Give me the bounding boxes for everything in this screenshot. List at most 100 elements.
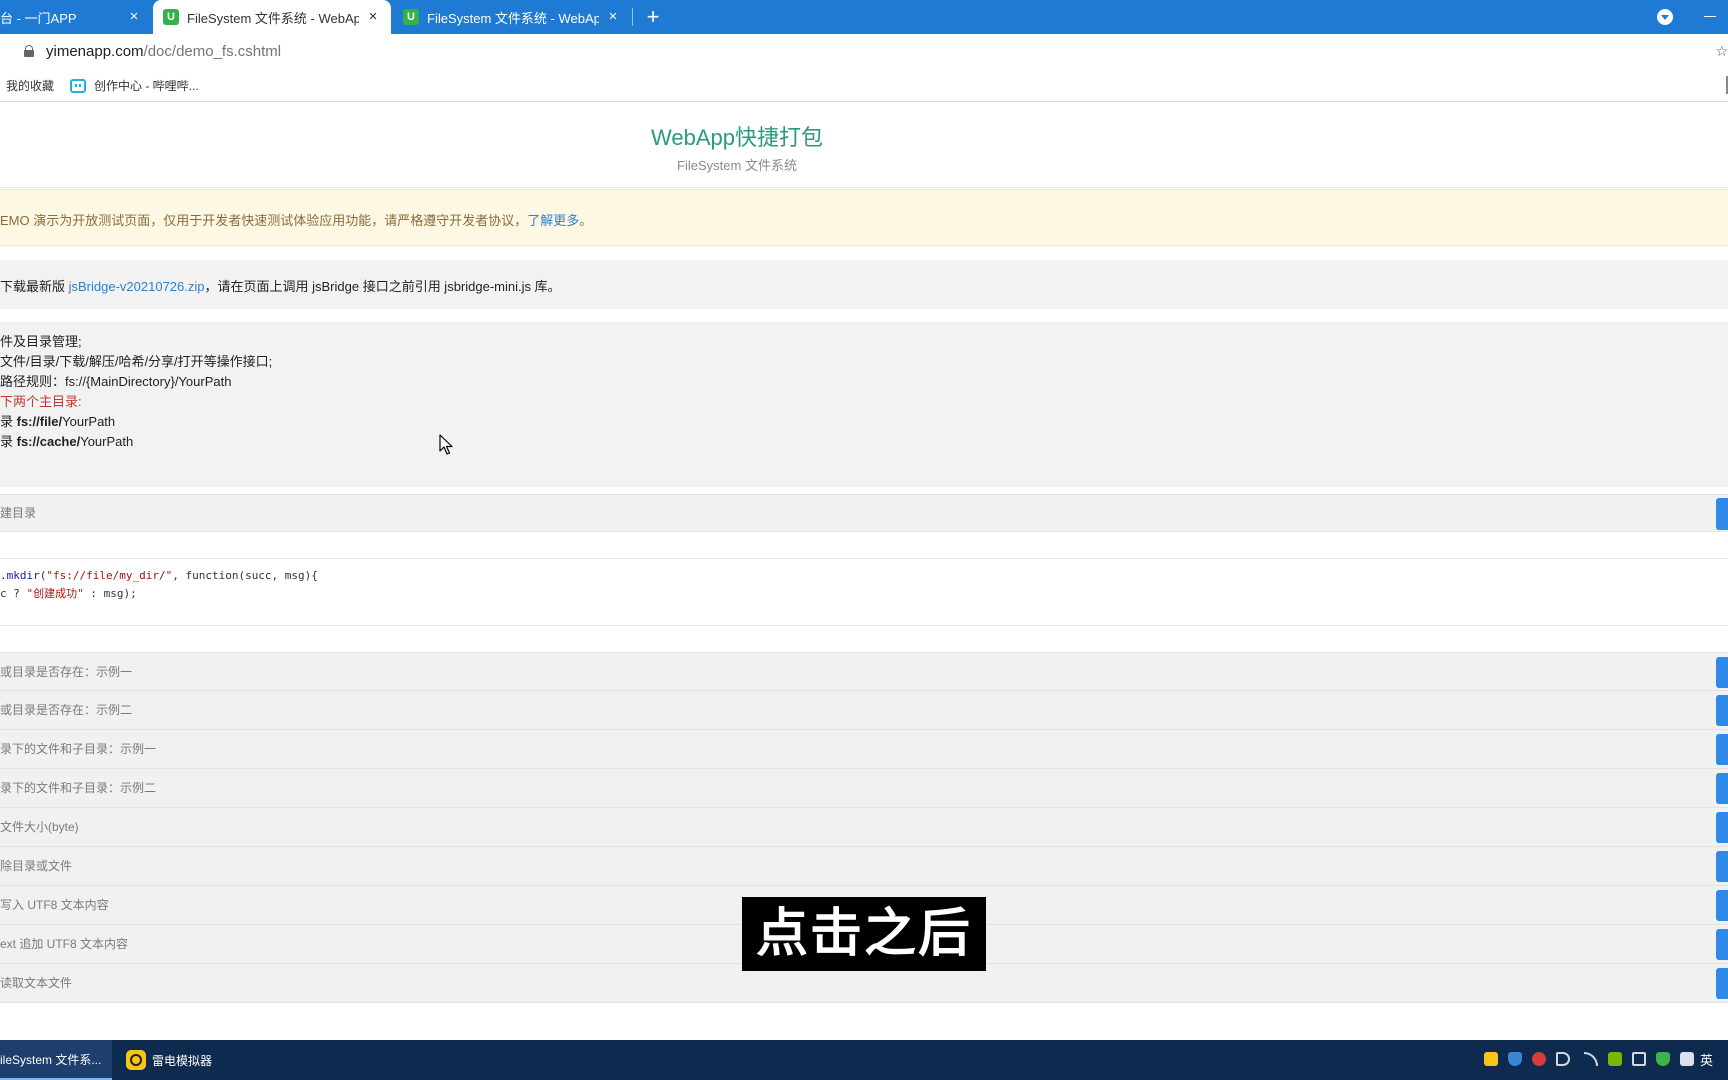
taskbar: ileSystem 文件系... 雷电模拟器 英 [0, 1040, 1728, 1080]
intro-suffix: YourPath [80, 434, 134, 449]
tab-filesystem-active[interactable]: U FileSystem 文件系统 - WebApp × [153, 0, 391, 34]
intro-line: 文件/目录/下载/解压/哈希/分享/打开等操作接口; [0, 354, 273, 369]
jsbridge-download-link[interactable]: jsBridge-v20210726.zip [69, 279, 205, 294]
panel-label: 读取文本文件 [0, 976, 73, 990]
notice-banner: EMO 演示为开放测试页面，仅用于开发者快速测试体验应用功能，请严格遵守开发者协… [0, 189, 1728, 246]
bilibili-icon [70, 78, 86, 93]
run-button[interactable] [1716, 773, 1728, 804]
network-icon[interactable] [1584, 1052, 1598, 1066]
run-button[interactable] [1716, 851, 1728, 882]
notice-tail: 。 [579, 213, 593, 228]
code-string: "fs://file/my_dir/" [46, 569, 173, 582]
intro-block: 件及目录管理; 文件/目录/下载/解压/哈希/分享/打开等操作接口; 路径规则：… [0, 322, 1728, 487]
intro-prefix: 录 [0, 434, 17, 449]
run-button[interactable] [1716, 968, 1728, 999]
panel-exists-1[interactable]: 或目录是否存在：示例一 [0, 652, 1728, 691]
intro-prefix: 录 [0, 414, 17, 429]
shield-icon[interactable] [1508, 1052, 1522, 1066]
panel-label: 录下的文件和子目录：示例一 [0, 742, 157, 756]
tab-filesystem[interactable]: U FileSystem 文件系统 - WebApp × [393, 0, 631, 34]
panel-label: 或目录是否存在：示例二 [0, 703, 133, 717]
tab-close-icon[interactable]: × [365, 9, 381, 25]
ldplayer-tray-icon[interactable] [1484, 1052, 1498, 1066]
panel-delete[interactable]: 除目录或文件 [0, 847, 1728, 886]
tab-separator [632, 8, 633, 26]
security-shield-icon[interactable] [1656, 1052, 1670, 1066]
intro-path-bold: fs://file/ [16, 414, 63, 429]
input-language-indicator[interactable]: 英 [1700, 1050, 1713, 1069]
code-rest: , function(succ, msg){ [172, 569, 318, 582]
video-subtitle: 点击之后 [742, 897, 986, 971]
panel-exists-2[interactable]: 或目录是否存在：示例二 [0, 691, 1728, 730]
taskbar-item-browser[interactable]: ileSystem 文件系... [0, 1040, 112, 1080]
run-button[interactable] [1716, 657, 1728, 688]
download-prefix: 下载最新版 [0, 279, 69, 294]
code-fn: .mkdir [0, 569, 40, 582]
tab-title: 台 - 一门APP [0, 10, 77, 26]
panel-label: 写入 UTF8 文本内容 [0, 898, 109, 912]
yimen-favicon-icon: U [403, 9, 419, 25]
tab-yimenapp[interactable]: 台 - 一门APP × [0, 0, 152, 34]
panel-label: 或目录是否存在：示例一 [0, 665, 133, 679]
tab-close-icon[interactable]: × [605, 9, 621, 25]
nvidia-icon[interactable] [1608, 1052, 1622, 1066]
intro-line-highlight: 下两个主目录: [0, 394, 82, 409]
taskbar-item-ldplayer[interactable]: 雷电模拟器 [116, 1040, 272, 1080]
panel-label: 录下的文件和子目录：示例二 [0, 781, 157, 795]
bookmark-bilibili[interactable]: 创作中心 - 哔哩哔... [70, 77, 199, 94]
panel-list-1[interactable]: 录下的文件和子目录：示例一 [0, 730, 1728, 769]
system-tray [1484, 1052, 1704, 1068]
tab-title: FileSystem 文件系统 - WebApp [427, 10, 599, 26]
panel-mkdir[interactable]: 建目录 [0, 494, 1728, 532]
run-button[interactable] [1716, 695, 1728, 726]
yimen-favicon-icon: U [163, 9, 179, 25]
code-block: .mkdir("fs://file/my_dir/", function(suc… [0, 558, 1728, 626]
panel-file-size[interactable]: 文件大小(byte) [0, 808, 1728, 847]
intro-line: 路径规则：fs://{MainDirectory}/YourPath [0, 374, 232, 389]
panel-list-2[interactable]: 录下的文件和子目录：示例二 [0, 769, 1728, 808]
learn-more-link[interactable]: 了解更多 [527, 213, 579, 228]
ldplayer-icon [126, 1050, 146, 1070]
intro-line: 件及目录管理; [0, 334, 82, 349]
notice-text: EMO 演示为开放测试页面，仅用于开发者快速测试体验应用功能，请严格遵守开发者协… [0, 213, 528, 228]
intro-line-file-dir: 录 fs://file/YourPath [0, 412, 1728, 432]
code-line: .mkdir("fs://file/my_dir/", function(suc… [0, 567, 1728, 585]
intro-suffix: YourPath [62, 414, 116, 429]
download-suffix: ，请在页面上调用 jsBridge 接口之前引用 jsbridge-mini.j… [204, 279, 561, 294]
panel-label: 文件大小(byte) [0, 820, 79, 834]
bookmark-favorites[interactable]: 我的收藏 [6, 77, 54, 94]
speaker-icon[interactable] [1632, 1052, 1646, 1066]
run-button[interactable] [1716, 812, 1728, 843]
minimize-icon[interactable] [1704, 16, 1716, 17]
url-text[interactable]: yimenapp.com/doc/demo_fs.cshtml [46, 43, 281, 60]
antivirus-icon[interactable] [1532, 1052, 1546, 1066]
mouse-cursor-icon [439, 434, 453, 455]
intro-path-bold: fs://cache/ [16, 434, 81, 449]
new-tab-button[interactable]: + [640, 4, 666, 30]
code-string: "创建成功" [26, 587, 84, 600]
app-tray-icon[interactable] [1680, 1052, 1694, 1066]
page-header: WebApp快捷打包 FileSystem 文件系统 [0, 103, 1728, 188]
page-title: WebApp快捷打包 [651, 125, 823, 150]
run-button[interactable] [1716, 929, 1728, 960]
tab-dropdown-icon[interactable] [1657, 9, 1673, 25]
intro-line-cache-dir: 录 fs://cache/YourPath [0, 432, 1728, 452]
run-button[interactable] [1716, 890, 1728, 921]
bookmarks-bar: 我的收藏 创作中心 - 哔哩哔... [0, 68, 1728, 102]
volume-icon[interactable] [1556, 1052, 1570, 1066]
run-button[interactable] [1716, 498, 1728, 530]
download-banner: 下载最新版 jsBridge-v20210726.zip，请在页面上调用 jsB… [0, 260, 1728, 309]
address-bar[interactable]: yimenapp.com/doc/demo_fs.cshtml ☆ [0, 34, 1728, 68]
url-host: yimenapp.com [46, 43, 144, 60]
lock-icon[interactable] [24, 45, 34, 57]
bookmark-label: 创作中心 - 哔哩哔... [94, 79, 199, 93]
panel-label: 除目录或文件 [0, 859, 73, 873]
star-icon[interactable]: ☆ [1715, 43, 1728, 60]
tab-close-icon[interactable]: × [126, 9, 142, 25]
bookmark-label: 我的收藏 [6, 79, 55, 93]
tab-bar: 台 - 一门APP × U FileSystem 文件系统 - WebApp ×… [0, 0, 1728, 34]
code-part: : msg); [83, 587, 137, 600]
page-subtitle: FileSystem 文件系统 [677, 158, 797, 173]
taskbar-label: 雷电模拟器 [152, 1053, 213, 1068]
run-button[interactable] [1716, 734, 1728, 765]
